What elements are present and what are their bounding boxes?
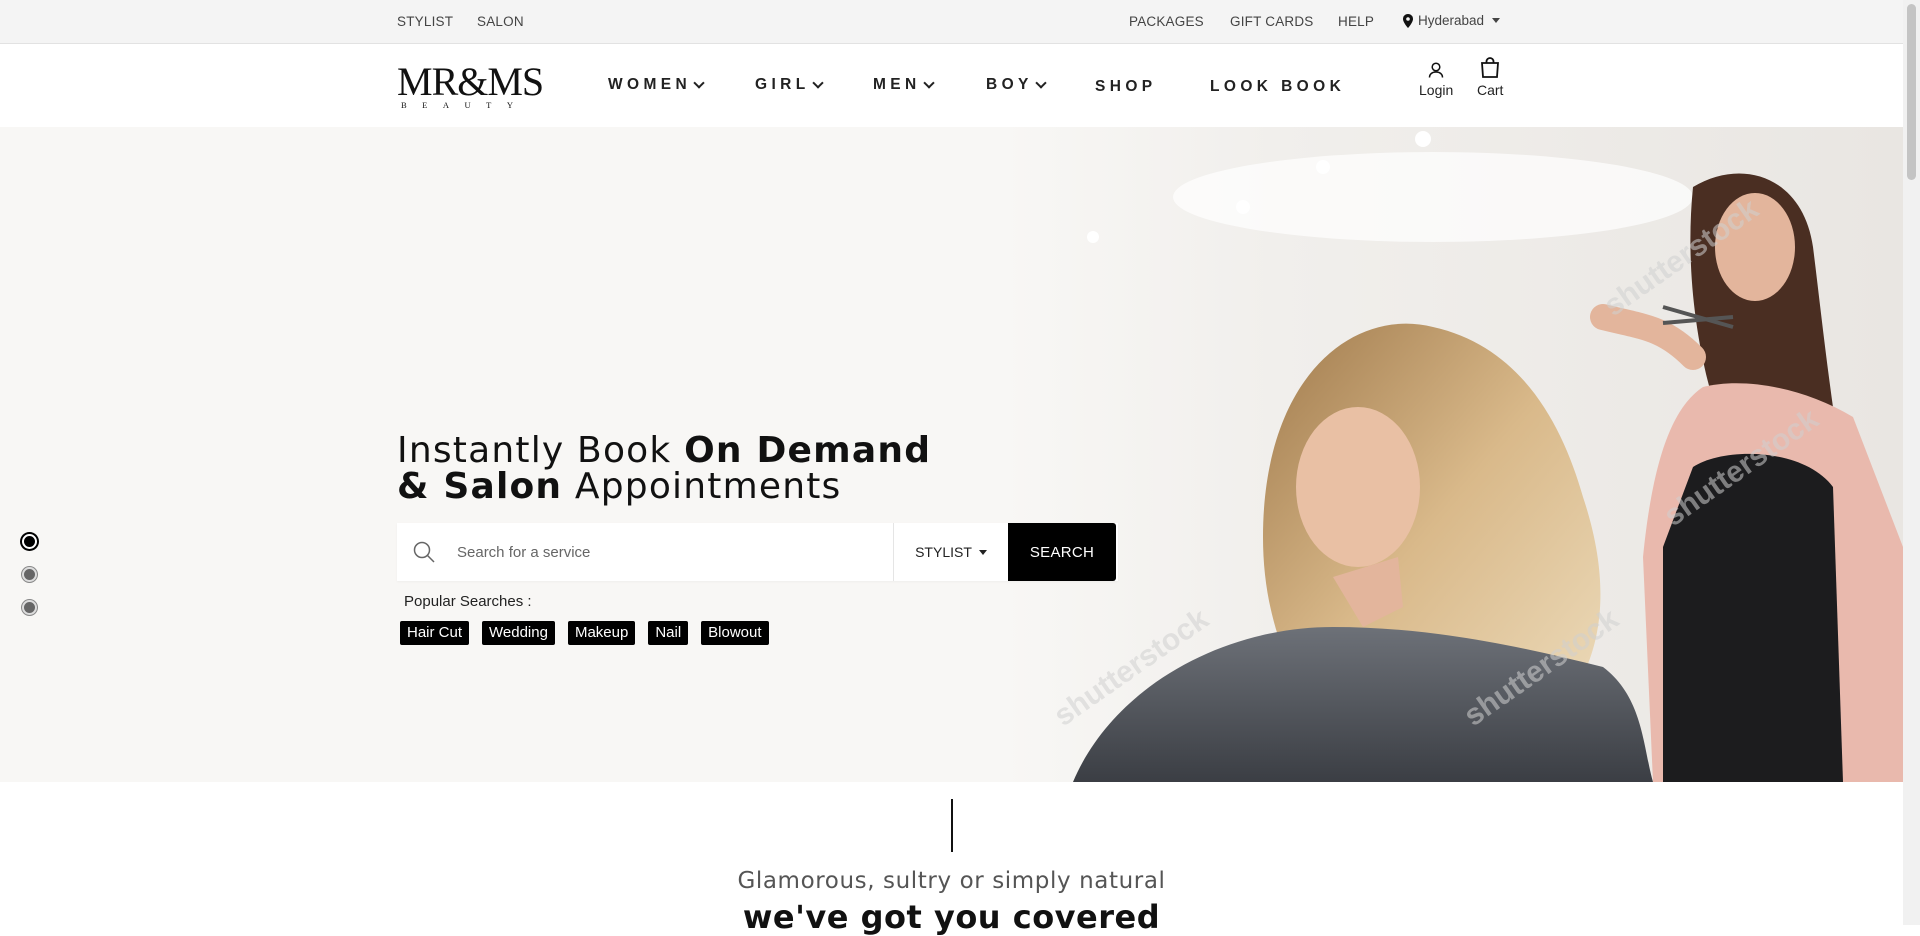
- slider-dot-1[interactable]: [22, 534, 37, 549]
- nav-item-label: WOMEN: [608, 76, 692, 93]
- scrollbar-thumb[interactable]: [1907, 4, 1916, 180]
- nav-item-label: BOY: [986, 76, 1033, 93]
- slider-pagination: [22, 534, 37, 633]
- popular-search-tags: Hair Cut Wedding Makeup Nail Blowout: [400, 621, 769, 645]
- nav-item-shop[interactable]: SHOP: [1095, 78, 1157, 96]
- caret-down-icon: [978, 549, 987, 555]
- headline-bold-1: On Demand: [684, 430, 932, 471]
- search-button[interactable]: SEARCH: [1008, 523, 1116, 581]
- top-utility-bar: STYLIST SALON PACKAGES GIFT CARDS HELP H…: [0, 0, 1903, 44]
- headline-text-2: Appointments: [562, 466, 842, 507]
- cart-button[interactable]: Cart: [1477, 57, 1503, 98]
- hero-salon-image: shutterstock shutterstock shutterstock s…: [1003, 127, 1903, 782]
- nav-item-boy[interactable]: BOY: [986, 76, 1047, 94]
- map-pin-icon: [1403, 13, 1413, 28]
- popular-tag-nail[interactable]: Nail: [648, 621, 689, 645]
- section-heading: we've got you covered: [742, 898, 1161, 936]
- chevron-down-icon: [922, 76, 935, 89]
- hero-headline: Instantly Book On Demand & Salon Appoint…: [397, 433, 931, 505]
- topbar-link-salon[interactable]: SALON: [477, 14, 524, 29]
- search-field-wrapper: [397, 523, 894, 581]
- nav-item-men[interactable]: MEN: [873, 76, 935, 94]
- brand-logo[interactable]: MR&MS BEAUTY: [397, 59, 544, 111]
- topbar-link-stylist[interactable]: STYLIST: [397, 14, 453, 29]
- shopping-bag-icon: [1481, 57, 1500, 78]
- main-navigation: MR&MS BEAUTY WOMEN GIRL MEN BOY SHOP LOO…: [0, 44, 1903, 127]
- section-tagline: Glamorous, sultry or simply natural: [737, 868, 1166, 894]
- location-label: Hyderabad: [1418, 13, 1485, 28]
- nav-item-label: MEN: [873, 76, 921, 93]
- popular-tag-blowout[interactable]: Blowout: [701, 621, 769, 645]
- search-type-dropdown[interactable]: STYLIST: [894, 523, 1008, 581]
- search-type-label: STYLIST: [915, 544, 972, 560]
- nav-item-women[interactable]: WOMEN: [608, 76, 705, 94]
- popular-tag-hair-cut[interactable]: Hair Cut: [400, 621, 470, 645]
- slider-dot-2[interactable]: [22, 567, 37, 582]
- chevron-down-icon: [693, 76, 705, 89]
- cart-label: Cart: [1477, 82, 1504, 98]
- logo-wordmark: MR&MS: [397, 59, 544, 104]
- nav-item-girl[interactable]: GIRL: [755, 76, 824, 94]
- chevron-down-icon: [1035, 76, 1047, 89]
- location-selector[interactable]: Hyderabad: [1402, 13, 1501, 28]
- topbar-link-packages[interactable]: PACKAGES: [1129, 14, 1204, 29]
- login-label: Login: [1419, 82, 1454, 98]
- page-scrollbar[interactable]: [1903, 0, 1920, 925]
- headline-bold-2: & Salon: [397, 466, 563, 507]
- topbar-link-gift-cards[interactable]: GIFT CARDS: [1230, 14, 1314, 29]
- service-search-input[interactable]: [455, 542, 859, 562]
- search-icon: [413, 541, 435, 563]
- topbar-link-help[interactable]: HELP: [1338, 14, 1374, 29]
- nav-item-label: LOOK BOOK: [1210, 78, 1346, 95]
- logo-subtext: BEAUTY: [401, 100, 529, 110]
- nav-item-label: GIRL: [755, 76, 810, 93]
- hero-banner: shutterstock shutterstock shutterstock s…: [0, 127, 1903, 782]
- section-divider-line: [951, 799, 953, 852]
- slider-dot-3[interactable]: [22, 600, 37, 615]
- headline-text-1: Instantly Book: [397, 430, 685, 471]
- nav-item-label: SHOP: [1095, 78, 1157, 95]
- service-search-bar: STYLIST SEARCH: [397, 523, 1118, 581]
- popular-tag-wedding[interactable]: Wedding: [482, 621, 555, 645]
- popular-tag-makeup[interactable]: Makeup: [567, 621, 636, 645]
- nav-item-look-book[interactable]: LOOK BOOK: [1210, 78, 1345, 96]
- user-icon: [1428, 62, 1444, 78]
- popular-searches-label: Popular Searches :: [404, 593, 532, 610]
- login-button[interactable]: Login: [1419, 62, 1453, 98]
- caret-down-icon: [1492, 18, 1501, 23]
- chevron-down-icon: [811, 76, 824, 89]
